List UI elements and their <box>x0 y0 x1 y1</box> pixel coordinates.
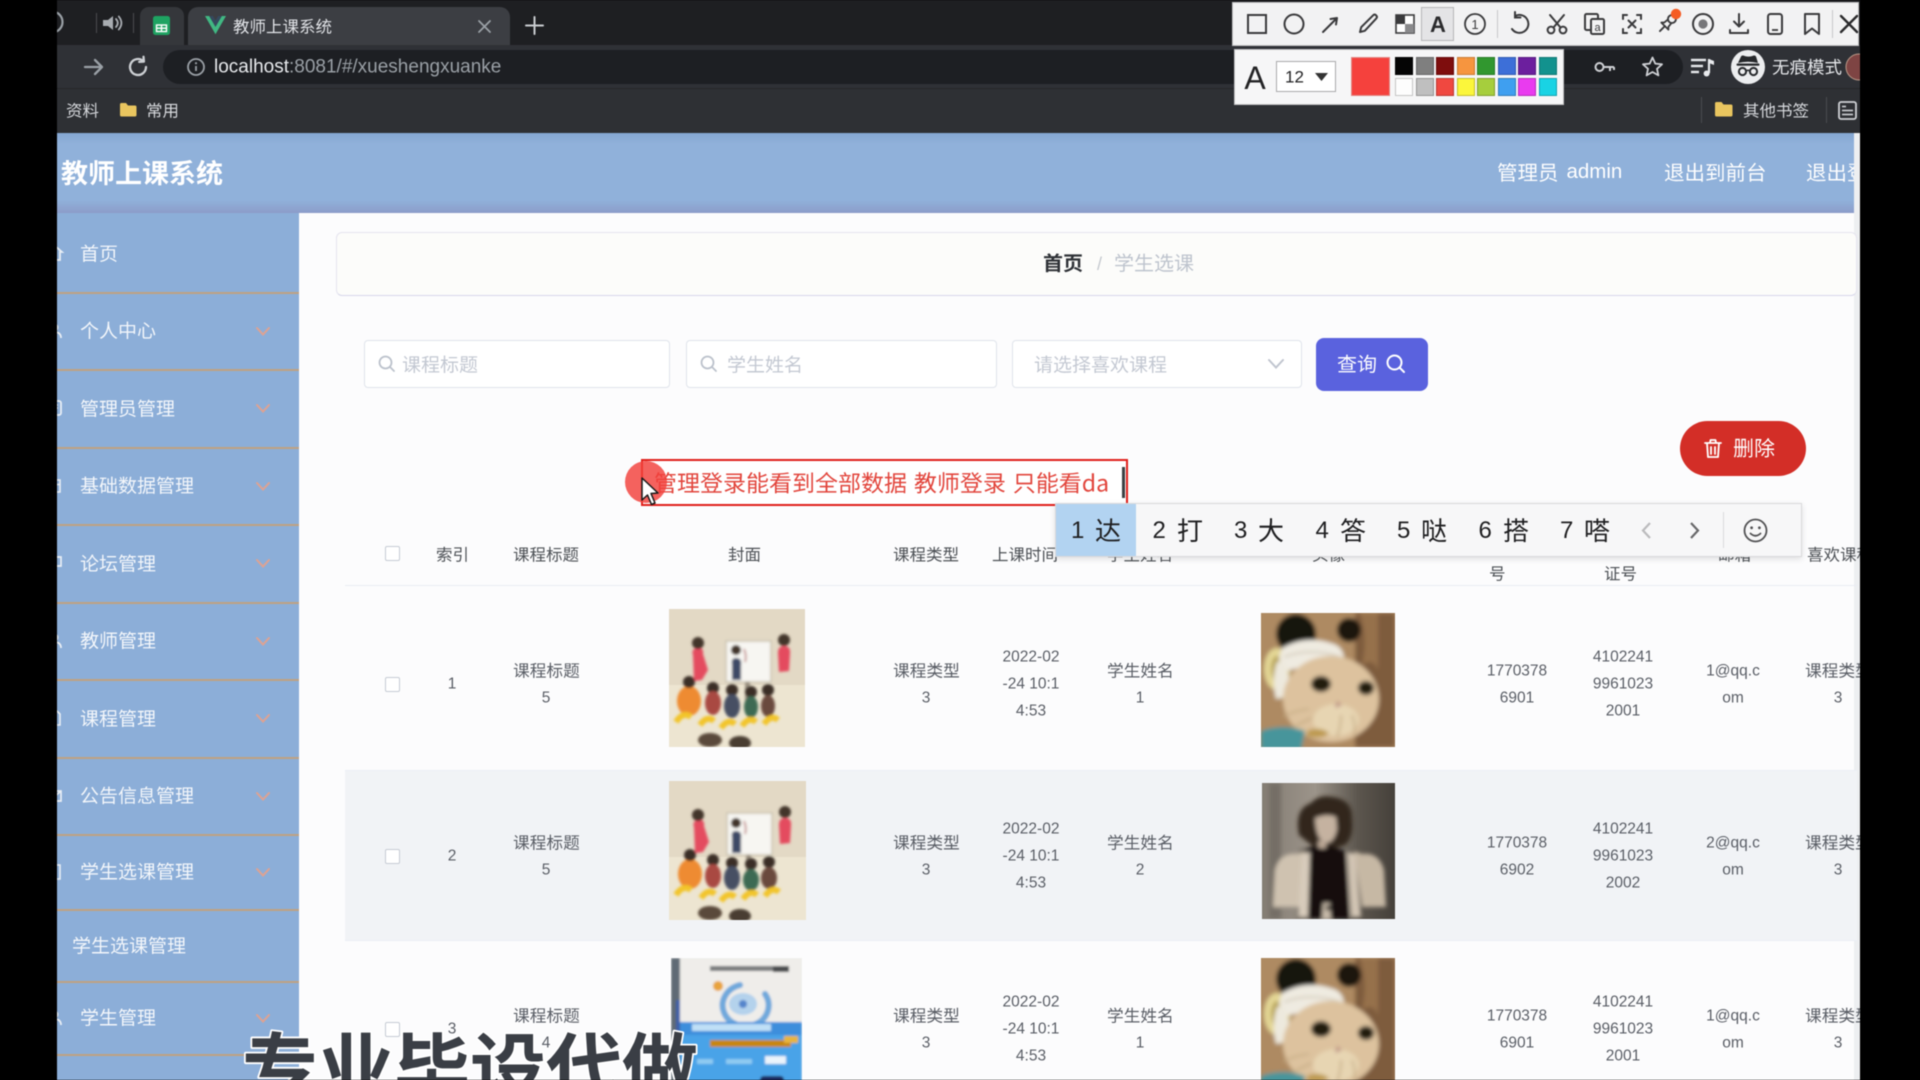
svg-text:1: 1 <box>1471 17 1478 32</box>
svg-text:a: a <box>1594 22 1601 34</box>
